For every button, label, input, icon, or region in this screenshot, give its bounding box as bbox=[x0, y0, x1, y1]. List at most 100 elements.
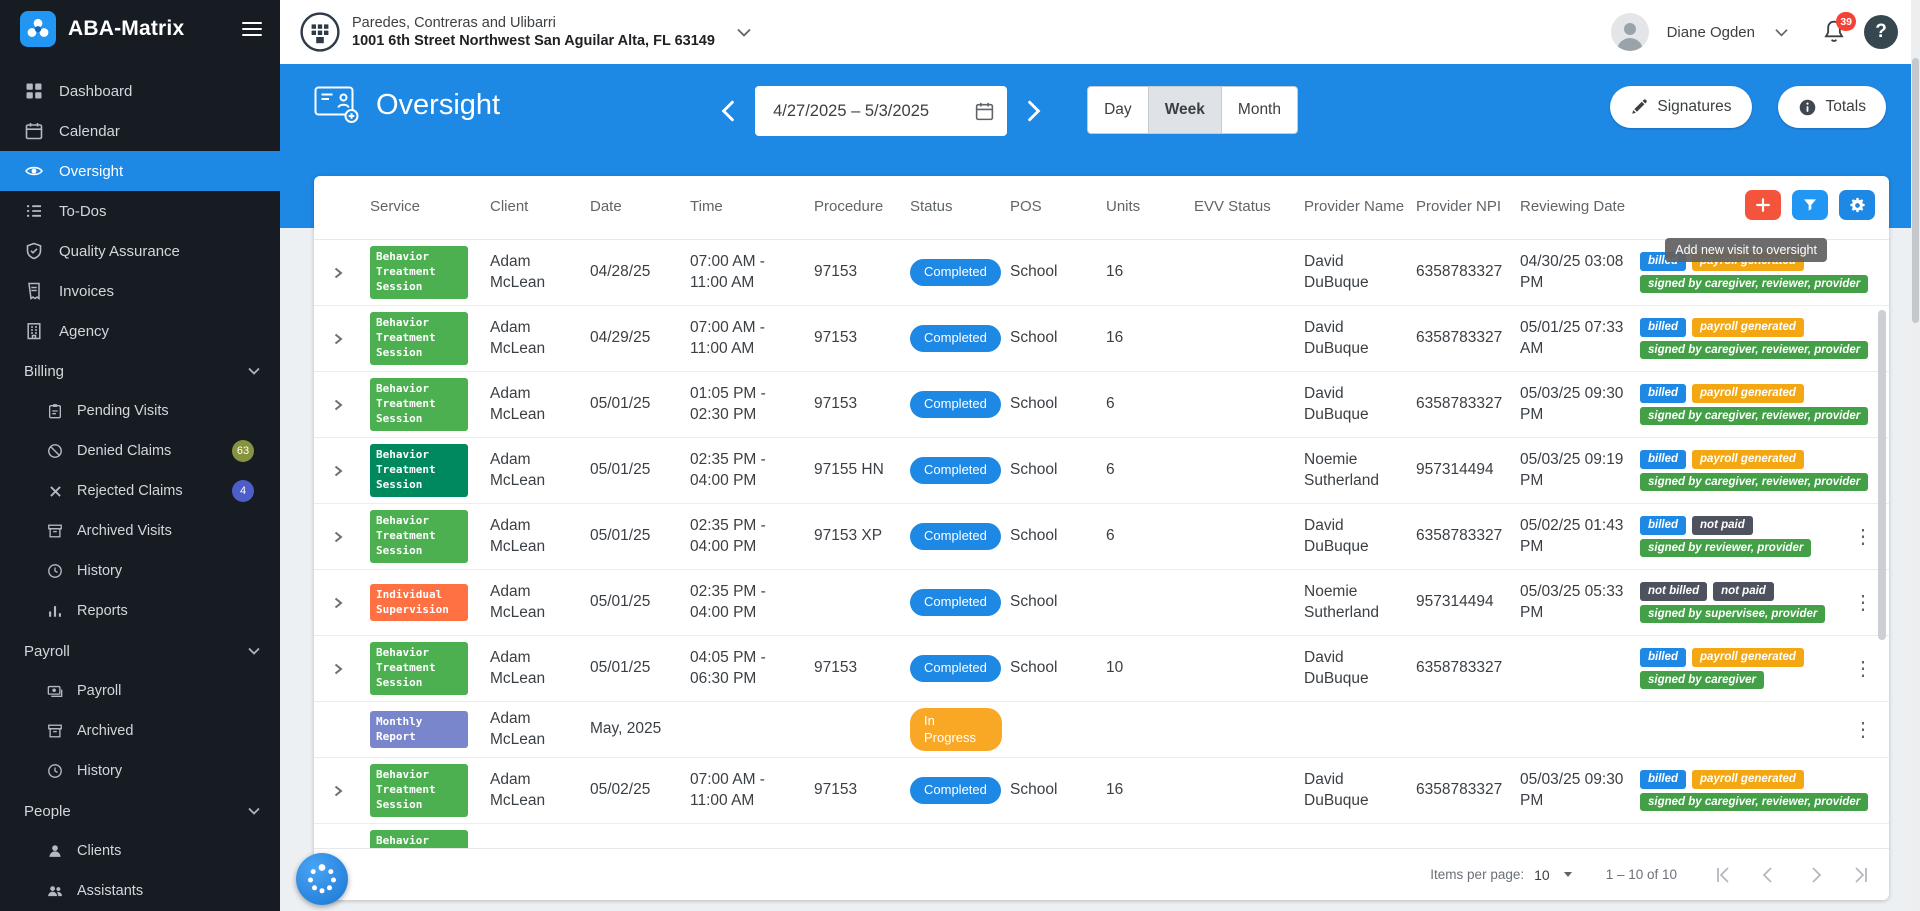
expand-chevron[interactable] bbox=[326, 779, 350, 803]
table-body: Behavior Treatment Session Adam McLean 0… bbox=[314, 240, 1889, 848]
provider-npi-cell: 6358783327 bbox=[1416, 329, 1503, 347]
x-icon bbox=[46, 484, 64, 499]
first-page-button[interactable] bbox=[1711, 864, 1735, 886]
sidebar: ABA-Matrix Dashboard Calendar Oversight … bbox=[0, 0, 280, 911]
sidebar-item-dashboard[interactable]: Dashboard bbox=[0, 71, 280, 111]
sidebar-item-oversight[interactable]: Oversight bbox=[0, 151, 280, 191]
date-cell: May, 2025 bbox=[590, 720, 662, 738]
accessibility-widget-button[interactable] bbox=[296, 853, 348, 905]
reviewing-date-cell: 05/02/25 01:43 PM bbox=[1520, 517, 1624, 555]
menu-toggle-icon[interactable] bbox=[242, 21, 262, 37]
view-toggle-day[interactable]: Day bbox=[1087, 86, 1149, 134]
sidebar-item-payroll-history[interactable]: History bbox=[0, 751, 280, 791]
sidebar-item-payroll-archived[interactable]: Archived bbox=[0, 711, 280, 751]
items-per-page-select[interactable]: 10 bbox=[1534, 867, 1572, 883]
table-scrollbar[interactable] bbox=[1878, 310, 1886, 840]
user-menu[interactable]: Diane Ogden bbox=[1667, 24, 1788, 41]
status-mini-badge: payroll generated bbox=[1692, 647, 1804, 667]
expand-chevron[interactable] bbox=[326, 845, 350, 849]
filter-button[interactable] bbox=[1792, 190, 1828, 220]
status-badge: Completed bbox=[910, 259, 1001, 286]
chevron-down-icon bbox=[248, 807, 260, 815]
status-badge: Completed bbox=[910, 655, 1001, 682]
provider-name-cell: David DuBuque bbox=[1304, 649, 1369, 687]
top-header: Paredes, Contreras and Ulibarri 1001 6th… bbox=[280, 0, 1920, 64]
client-cell: Adam McLean bbox=[490, 649, 546, 687]
status-badge: Completed bbox=[910, 523, 1001, 550]
sidebar-item-agency[interactable]: Agency bbox=[0, 311, 280, 351]
kebab-menu-icon[interactable]: ⋮ bbox=[1876, 260, 1889, 286]
expand-chevron[interactable] bbox=[326, 591, 350, 615]
sidebar-item-label: Dashboard bbox=[59, 82, 133, 100]
organization-info: Paredes, Contreras and Ulibarri 1001 6th… bbox=[352, 14, 715, 50]
calendar-icon bbox=[24, 122, 44, 140]
expand-chevron[interactable] bbox=[326, 525, 350, 549]
sidebar-section-people[interactable]: People bbox=[0, 791, 280, 831]
status-badge: Completed bbox=[910, 457, 1001, 484]
kebab-menu-icon[interactable]: ⋮ bbox=[1845, 656, 1881, 682]
kebab-menu-icon[interactable]: ⋮ bbox=[1845, 590, 1881, 616]
sidebar-item-archived-visits[interactable]: Archived Visits bbox=[0, 511, 280, 551]
kebab-menu-icon[interactable]: ⋮ bbox=[1845, 844, 1881, 849]
service-chip: Behavior Treatment Session bbox=[370, 830, 468, 848]
sidebar-item-rejected-claims[interactable]: Rejected Claims 4 bbox=[0, 471, 280, 511]
sidebar-item-todos[interactable]: To-Dos bbox=[0, 191, 280, 231]
units-cell: 6 bbox=[1106, 461, 1115, 479]
add-visit-button[interactable] bbox=[1745, 190, 1781, 220]
settings-button[interactable] bbox=[1839, 190, 1875, 220]
time-cell: 04:05 PM - 06:30 PM bbox=[690, 649, 766, 687]
view-toggle: Day Week Month bbox=[1087, 86, 1298, 134]
shield-check-icon bbox=[24, 242, 44, 260]
table-footer: Items per page: 10 1 – 10 of 10 bbox=[314, 848, 1889, 900]
sidebar-section-billing[interactable]: Billing bbox=[0, 351, 280, 391]
status-mini-badge: not paid bbox=[1692, 515, 1753, 535]
pos-cell: School bbox=[1010, 263, 1058, 281]
kebab-menu-icon[interactable]: ⋮ bbox=[1845, 524, 1881, 550]
next-week-button[interactable] bbox=[1021, 94, 1047, 128]
expand-chevron[interactable] bbox=[326, 327, 350, 351]
sidebar-item-payroll[interactable]: Payroll bbox=[0, 671, 280, 711]
sidebar-item-quality-assurance[interactable]: Quality Assurance bbox=[0, 231, 280, 271]
expand-chevron[interactable] bbox=[326, 261, 350, 285]
organization-selector[interactable]: Paredes, Contreras and Ulibarri 1001 6th… bbox=[300, 12, 751, 52]
client-cell: Adam McLean bbox=[490, 771, 546, 809]
view-toggle-month[interactable]: Month bbox=[1221, 86, 1298, 134]
date-range-picker[interactable]: 4/27/2025 – 5/3/2025 bbox=[755, 86, 1008, 136]
sidebar-item-clients[interactable]: Clients bbox=[0, 831, 280, 871]
sidebar-item-denied-claims[interactable]: Denied Claims 63 bbox=[0, 431, 280, 471]
sidebar-item-calendar[interactable]: Calendar bbox=[0, 111, 280, 151]
last-page-button[interactable] bbox=[1849, 864, 1873, 886]
service-chip: Behavior Treatment Session bbox=[370, 378, 468, 431]
sidebar-item-invoices[interactable]: Invoices bbox=[0, 271, 280, 311]
sidebar-item-assistants[interactable]: Assistants bbox=[0, 871, 280, 911]
status-mini-badge: payroll generated bbox=[1692, 449, 1804, 469]
user-name: Diane Ogden bbox=[1666, 23, 1755, 41]
people-icon bbox=[46, 883, 64, 899]
page-scrollbar[interactable] bbox=[1911, 0, 1920, 911]
sidebar-item-pending-visits[interactable]: Pending Visits bbox=[0, 391, 280, 431]
kebab-menu-icon[interactable]: ⋮ bbox=[1845, 717, 1881, 743]
sidebar-item-reports[interactable]: Reports bbox=[0, 591, 280, 631]
notifications-button[interactable]: 39 bbox=[1822, 12, 1856, 45]
view-toggle-week[interactable]: Week bbox=[1148, 86, 1222, 134]
expand-chevron[interactable] bbox=[326, 393, 350, 417]
totals-label: Totals bbox=[1825, 98, 1867, 115]
previous-page-button[interactable] bbox=[1757, 864, 1781, 886]
next-page-button[interactable] bbox=[1803, 864, 1827, 886]
previous-week-button[interactable] bbox=[715, 94, 741, 128]
help-button[interactable]: ? bbox=[1864, 15, 1898, 49]
signatures-button[interactable]: Signatures bbox=[1610, 86, 1752, 128]
badge-stack: billedpayroll generated signed by caregiv… bbox=[1640, 317, 1876, 360]
status-mini-badge: billed bbox=[1640, 515, 1687, 535]
user-avatar[interactable] bbox=[1610, 13, 1649, 51]
sidebar-item-billing-history[interactable]: History bbox=[0, 551, 280, 591]
date-cell: 05/01/25 bbox=[590, 527, 651, 545]
totals-button[interactable]: Totals bbox=[1777, 86, 1886, 128]
sidebar-section-payroll[interactable]: Payroll bbox=[0, 631, 280, 671]
expand-chevron[interactable] bbox=[326, 459, 350, 483]
expand-chevron[interactable] bbox=[326, 657, 350, 681]
status-mini-badge: signed by caregiver, reviewer, provider bbox=[1640, 340, 1869, 360]
status-badge: Completed bbox=[910, 391, 1001, 418]
chevron-down-icon bbox=[1563, 872, 1572, 877]
table-row: Behavior Treatment Session Adam McLean 0… bbox=[314, 758, 1889, 824]
